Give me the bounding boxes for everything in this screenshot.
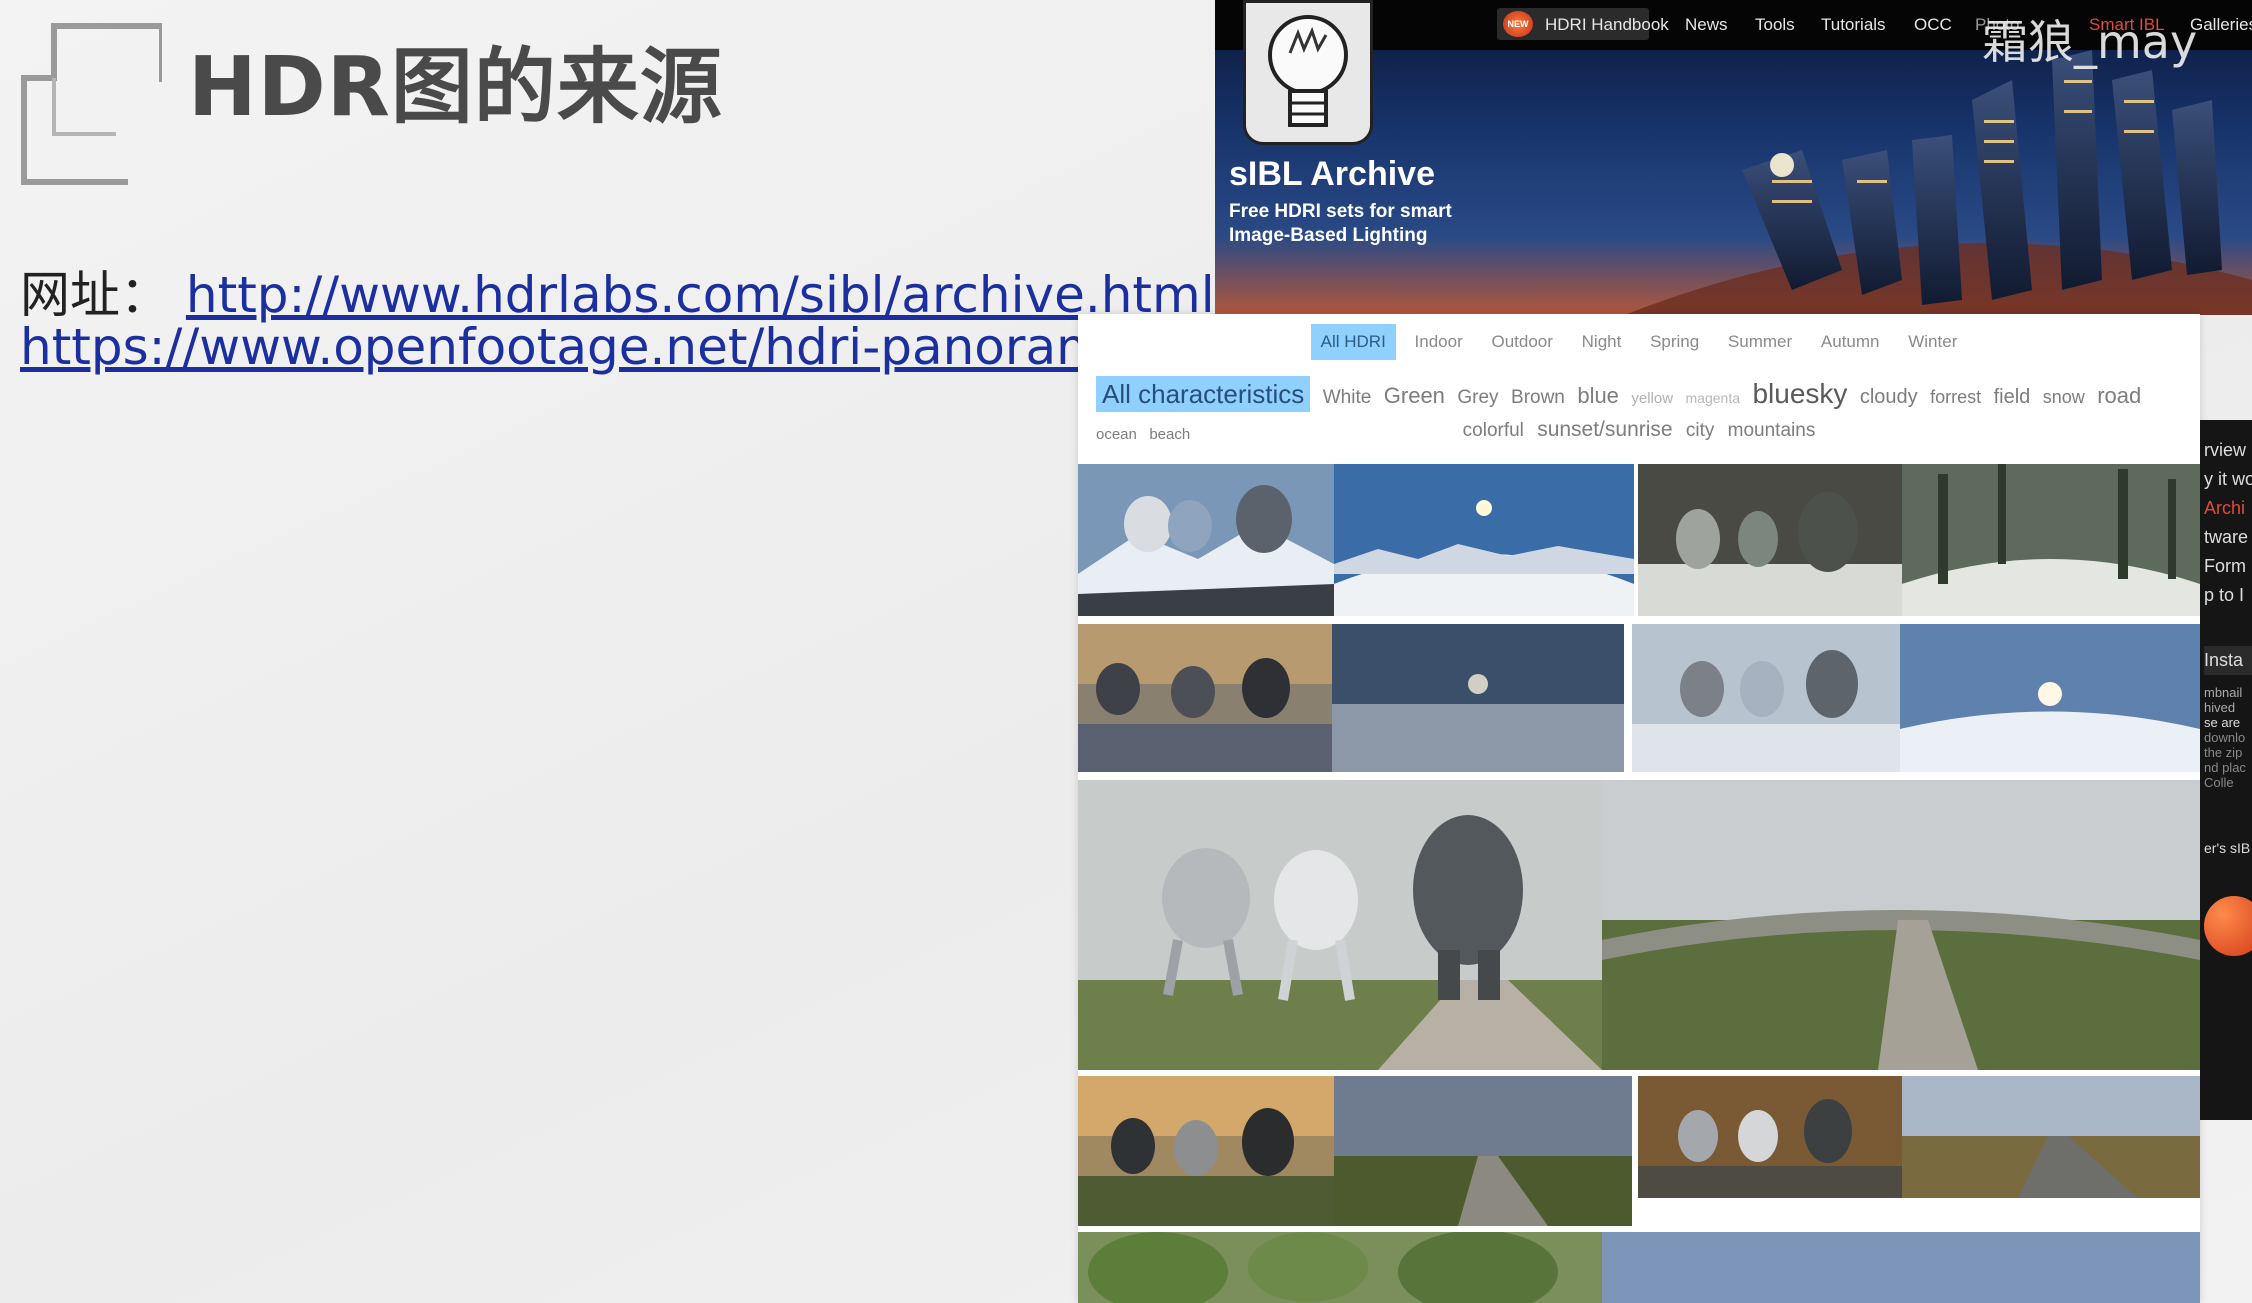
nav-tools[interactable]: Tools <box>1755 15 1795 35</box>
hdri-thumbnail-winter-dusk[interactable] <box>1078 624 1624 772</box>
hdri-thumbnail-snowy-forest[interactable] <box>1638 464 2200 616</box>
tag-grey[interactable]: Grey <box>1457 380 1498 416</box>
sidebar-fragment: Colle <box>2204 775 2234 790</box>
tag-magenta[interactable]: magenta <box>1686 380 1740 416</box>
tag-road[interactable]: road <box>2097 378 2141 414</box>
watermark: 霜狼_may <box>1982 15 2198 69</box>
hdri-thumbnail-autumn-road[interactable] <box>1638 1076 2200 1198</box>
nav-news[interactable]: News <box>1685 15 1728 35</box>
lightbulb-logo-icon <box>1243 0 1373 145</box>
tag-brown[interactable]: Brown <box>1511 380 1565 416</box>
tag-bluesky[interactable]: bluesky <box>1752 376 1847 412</box>
sidebar-fragment: y it wo <box>2204 469 2252 489</box>
sidebar-fragment: downlo <box>2204 730 2246 745</box>
hdri-thumbnail-sunset-field[interactable] <box>1078 1076 1632 1226</box>
filter-spring[interactable]: Spring <box>1640 324 1709 360</box>
tag-city[interactable]: city <box>1686 420 1715 442</box>
nav-tutorials[interactable]: Tutorials <box>1821 15 1886 35</box>
sidebar-fragment: Archi <box>2204 498 2246 518</box>
new-badge: NEW <box>1503 11 1533 37</box>
sidebar-fragment: the zip <box>2204 745 2243 760</box>
hdri-thumbnail-blue-sky[interactable] <box>1602 1232 2200 1303</box>
tag-colorful[interactable]: colorful <box>1463 420 1524 442</box>
url-line-2: https://www.openfootage.net/hdri-panoram… <box>20 318 1152 376</box>
filter-all-hdri[interactable]: All HDRI <box>1310 324 1396 360</box>
nav-galleries[interactable]: Galleries <box>2190 15 2252 35</box>
site-tagline: Free HDRI sets for smart Image-Based Lig… <box>1229 200 1489 248</box>
tag-forrest[interactable]: forrest <box>1930 379 1981 415</box>
season-filter-bar: All HDRI Indoor Outdoor Night Spring Sum… <box>1078 324 2200 360</box>
filter-night[interactable]: Night <box>1572 324 1632 360</box>
tag-green[interactable]: Green <box>1384 378 1445 414</box>
hdri-gallery: All HDRI Indoor Outdoor Night Spring Sum… <box>1078 314 2200 1303</box>
download-badge-icon <box>2204 896 2252 956</box>
tag-white[interactable]: White <box>1323 380 1372 416</box>
characteristics-tags-row2: colorful sunset/sunrise city mountains <box>1078 418 2200 442</box>
filter-outdoor[interactable]: Outdoor <box>1481 324 1562 360</box>
url-line-1: 网址： http://www.hdrlabs.com/sibl/archive.… <box>20 255 1215 327</box>
sidebar-fragment: Insta <box>2204 646 2252 675</box>
url-link-openfootage[interactable]: https://www.openfootage.net/hdri-panoram… <box>20 318 1152 376</box>
tag-blue[interactable]: blue <box>1577 378 1619 414</box>
sidebar-fragment: p to I <box>2204 585 2245 605</box>
tagline-line-2: Image-Based Lighting <box>1229 225 1428 246</box>
city-skyline-image <box>1624 50 2252 315</box>
tag-all-characteristics[interactable]: All characteristics <box>1096 376 1311 412</box>
truncated-sidebar: rview y it wo Archi tware Form p to I In… <box>2200 420 2252 1120</box>
tag-snow[interactable]: snow <box>2043 379 2085 415</box>
deco-frame-icon <box>21 23 162 185</box>
sidebar-fragment: hived <box>2204 700 2236 715</box>
filter-summer[interactable]: Summer <box>1718 324 1802 360</box>
hdri-thumbnail-snow-field[interactable] <box>1632 624 2200 772</box>
sidebar-fragment: rview <box>2204 440 2247 460</box>
url-label: 网址： <box>20 266 170 324</box>
tag-yellow[interactable]: yellow <box>1631 381 1673 417</box>
tag-field[interactable]: field <box>1994 379 2031 415</box>
hdri-thumbnail-tree-park[interactable] <box>1078 1232 1602 1303</box>
nav-occ[interactable]: OCC <box>1914 15 1952 35</box>
filter-autumn[interactable]: Autumn <box>1811 324 1890 360</box>
tag-cloudy[interactable]: cloudy <box>1860 379 1918 415</box>
sidebar-fragment: nd plac <box>2204 760 2246 775</box>
url-link-hdrlabs[interactable]: http://www.hdrlabs.com/sibl/archive.html <box>186 266 1215 324</box>
sidebar-fragment: mbnail <box>2204 685 2243 700</box>
page-title: HDR图的来源 <box>188 40 723 135</box>
hdri-thumbnail-foggy-field[interactable] <box>1078 780 2200 1070</box>
tagline-line-1: Free HDRI sets for smart <box>1229 201 1452 222</box>
nav-hdri-handbook[interactable]: HDRI Handbook <box>1545 15 1669 35</box>
sidebar-fragment: se are <box>2204 715 2241 730</box>
sidebar-fragment: tware <box>2204 527 2249 547</box>
hdri-thumbnail-snowy-mountains[interactable] <box>1078 464 1634 616</box>
sidebar-fragment: er's sIB <box>2204 840 2251 856</box>
sidebar-fragment: Form <box>2204 556 2246 576</box>
filter-indoor[interactable]: Indoor <box>1405 324 1473 360</box>
tag-sunset-sunrise[interactable]: sunset/sunrise <box>1537 418 1672 442</box>
filter-winter[interactable]: Winter <box>1898 324 1967 360</box>
tag-mountains[interactable]: mountains <box>1728 420 1816 442</box>
site-brand: sIBL Archive <box>1229 155 1435 193</box>
